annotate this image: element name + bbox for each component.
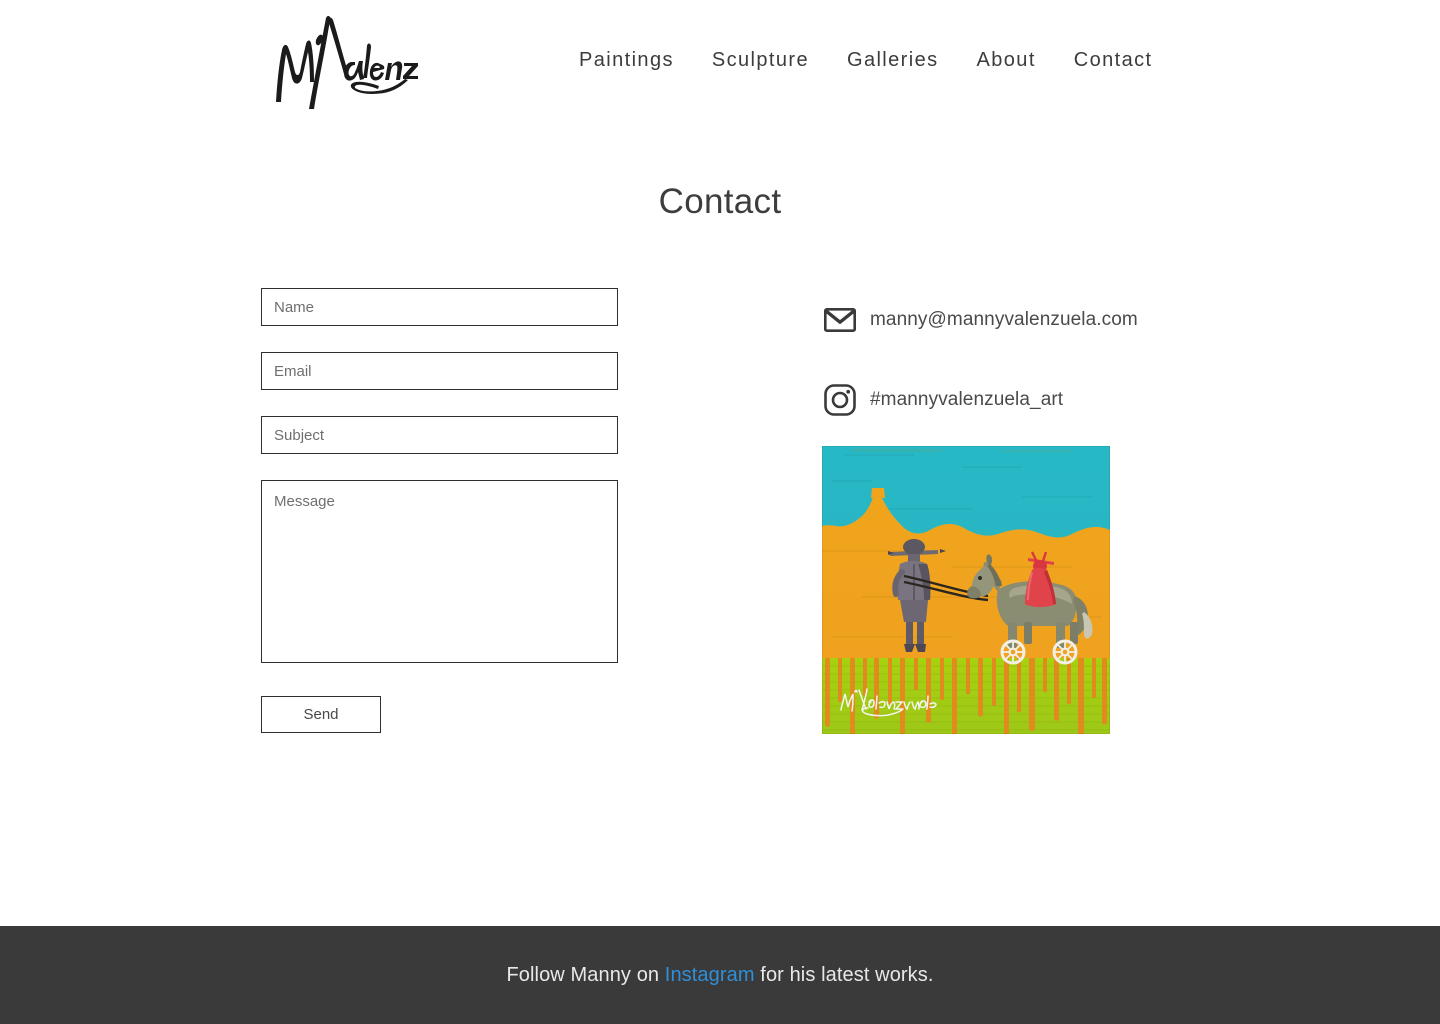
site-footer: Follow Manny on Instagram for his latest…: [0, 926, 1440, 1024]
painting-illustration: [822, 446, 1110, 734]
email-contact-row[interactable]: manny@mannyvalenzuela.com: [822, 300, 1222, 340]
page-root: Paintings Sculpture Galleries About Cont…: [0, 0, 1440, 1024]
footer-text-after: for his latest works.: [754, 963, 934, 986]
footer-instagram-link[interactable]: Instagram: [665, 964, 755, 986]
subject-input[interactable]: [261, 416, 618, 454]
instagram-contact-row[interactable]: #mannyvalenzuela_art: [822, 380, 1222, 420]
message-textarea[interactable]: [261, 480, 618, 663]
main-navigation: Paintings Sculpture Galleries About Cont…: [560, 44, 1172, 76]
instagram-handle: #mannyvalenzuela_art: [870, 389, 1064, 410]
nav-link-sculpture[interactable]: Sculpture: [693, 44, 828, 76]
contact-info-block: manny@mannyvalenzuela.com #mannyvalenzue…: [822, 300, 1222, 460]
name-input[interactable]: [261, 288, 618, 326]
send-button[interactable]: Send: [261, 696, 381, 733]
footer-text-before: Follow Manny on: [506, 963, 665, 986]
nav-link-galleries[interactable]: Galleries: [828, 44, 958, 76]
contact-form: Send: [261, 288, 618, 733]
email-address: manny@mannyvalenzuela.com: [870, 309, 1138, 330]
footer-message: Follow Manny on Instagram for his latest…: [506, 964, 933, 987]
site-header: Paintings Sculpture Galleries About Cont…: [0, 0, 1440, 126]
nav-link-about[interactable]: About: [958, 44, 1055, 76]
nav-link-contact[interactable]: Contact: [1055, 44, 1172, 76]
artwork-image[interactable]: [822, 446, 1110, 734]
envelope-icon: [822, 302, 858, 338]
page-title: Contact: [658, 182, 782, 221]
instagram-icon: [822, 382, 858, 418]
email-input[interactable]: [261, 352, 618, 390]
nav-link-paintings[interactable]: Paintings: [560, 44, 693, 76]
site-logo[interactable]: [268, 6, 418, 118]
signature-logo-icon: [276, 15, 418, 110]
